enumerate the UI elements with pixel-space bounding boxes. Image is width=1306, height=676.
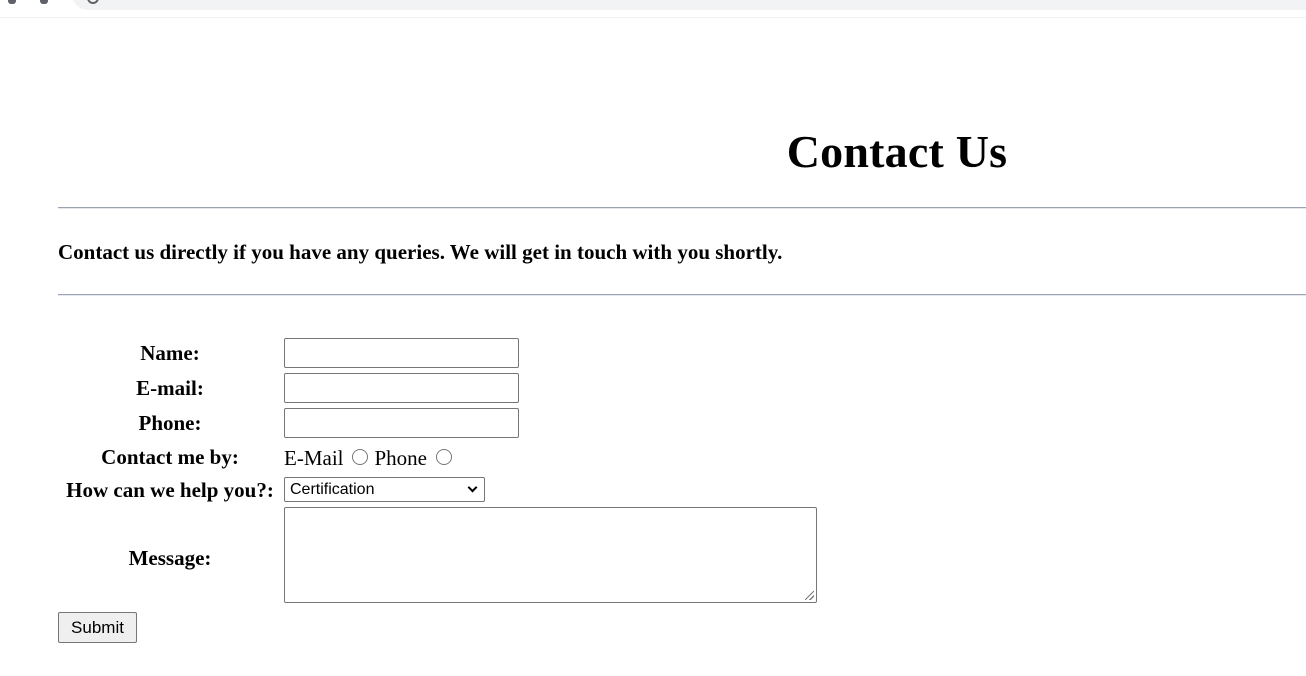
address-bar[interactable]	[72, 0, 1306, 10]
submit-button[interactable]: Submit	[58, 612, 137, 643]
phone-field[interactable]	[284, 408, 519, 438]
browser-toolbar-edge	[0, 0, 1306, 18]
message-label: Message:	[128, 546, 212, 570]
chevron-down-icon	[467, 482, 478, 493]
divider-top	[58, 207, 1306, 209]
name-label: Name:	[140, 341, 200, 365]
contact-me-by-label: Contact me by:	[101, 445, 239, 469]
email-radio[interactable]	[352, 449, 369, 465]
phone-label: Phone:	[138, 411, 202, 435]
back-icon[interactable]	[8, 0, 16, 4]
page-title: Contact Us	[786, 126, 1008, 177]
email-field[interactable]	[284, 373, 519, 403]
help-topic-selected-value: Certification	[290, 481, 375, 498]
email-label: E-mail:	[136, 376, 204, 400]
contact-method-group: E-Mail Phone	[284, 445, 458, 471]
email-option-label[interactable]: E-Mail	[284, 445, 343, 471]
help-label: How can we help you?:	[66, 478, 274, 502]
intro-text: Contact us directly if you have any quer…	[58, 240, 783, 264]
divider-bottom	[58, 294, 1306, 296]
forward-icon[interactable]	[40, 0, 48, 4]
message-textarea[interactable]	[284, 507, 817, 603]
name-field[interactable]	[284, 338, 519, 368]
help-topic-select[interactable]: Certification	[284, 477, 485, 502]
phone-radio[interactable]	[435, 449, 452, 465]
resize-handle-icon[interactable]	[805, 591, 814, 600]
phone-option-label[interactable]: Phone	[374, 445, 427, 471]
